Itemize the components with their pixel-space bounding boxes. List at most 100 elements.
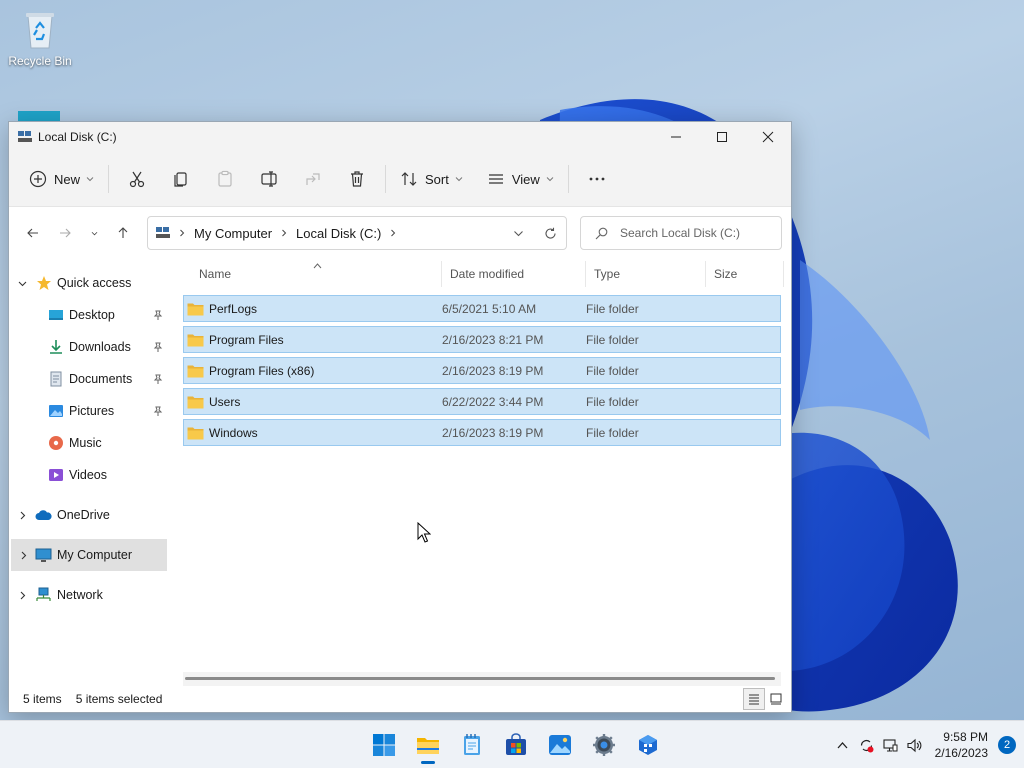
file-name: Users: [209, 394, 241, 409]
column-label: Size: [714, 267, 738, 281]
nav-music[interactable]: Music: [9, 427, 167, 459]
file-row[interactable]: Program Files (x86) 2/16/2023 8:19 PM File…: [183, 357, 781, 384]
view-button[interactable]: View: [479, 163, 562, 195]
minimize-icon: [671, 136, 681, 138]
settings-icon: [593, 734, 615, 756]
navigation-pane: Quick access Desktop Downloads Documents…: [9, 259, 167, 686]
toolbar-divider: [385, 165, 387, 193]
file-row[interactable]: Users 6/22/2022 3:44 PM File folder: [183, 388, 781, 415]
pin-icon: [153, 406, 163, 416]
taskbar-notepad[interactable]: [450, 725, 494, 765]
back-button[interactable]: [17, 218, 49, 248]
share-button[interactable]: [291, 163, 335, 195]
nav-videos[interactable]: Videos: [9, 459, 167, 491]
start-button[interactable]: [362, 725, 406, 765]
cut-button[interactable]: [115, 163, 159, 195]
forward-button[interactable]: [49, 218, 81, 248]
folder-icon: [187, 427, 204, 439]
file-row[interactable]: Program Files 2/16/2023 8:21 PM File folde…: [183, 326, 781, 353]
share-icon: [306, 173, 320, 185]
nav-documents[interactable]: Documents: [9, 363, 167, 395]
volume-icon: [907, 738, 922, 752]
scrollbar-thumb[interactable]: [185, 677, 775, 680]
column-label: Name: [199, 267, 232, 281]
minimize-button[interactable]: [653, 122, 699, 152]
file-name-cell: Users: [184, 395, 442, 409]
sync-status-button[interactable]: [855, 733, 879, 757]
taskbar-app[interactable]: [626, 725, 670, 765]
new-button[interactable]: New: [21, 163, 102, 195]
horizontal-scrollbar[interactable]: [183, 672, 781, 686]
folder-icon: [187, 365, 204, 377]
details-view-button[interactable]: [743, 688, 765, 710]
nav-desktop[interactable]: Desktop: [9, 299, 167, 331]
nav-quick-access[interactable]: Quick access: [9, 267, 167, 299]
downloads-icon: [47, 339, 64, 356]
up-button[interactable]: [107, 218, 139, 248]
taskbar-file-explorer[interactable]: [406, 725, 450, 765]
layout-switcher: [743, 688, 787, 710]
address-history-button[interactable]: [502, 218, 534, 248]
nav-onedrive[interactable]: OneDrive: [9, 499, 167, 531]
thumbnail-view-button[interactable]: [765, 688, 787, 710]
column-header-type[interactable]: Type: [586, 261, 706, 287]
refresh-button[interactable]: [534, 218, 566, 248]
taskbar-settings[interactable]: [582, 725, 626, 765]
copy-button[interactable]: [159, 163, 203, 195]
recent-locations-button[interactable]: [81, 218, 107, 248]
chevron-right-icon: [20, 591, 25, 599]
thumbnail-view-icon: [770, 693, 782, 705]
clock[interactable]: 9:58 PM 2/16/2023: [935, 729, 988, 761]
maximize-button[interactable]: [699, 122, 745, 152]
more-options-button[interactable]: [575, 163, 619, 195]
taskbar-photos[interactable]: [538, 725, 582, 765]
notification-badge[interactable]: 2: [998, 736, 1016, 754]
expand-toggle[interactable]: [9, 511, 35, 520]
network-status-button[interactable]: [879, 733, 903, 757]
breadcrumb-local-disk[interactable]: Local Disk (C:): [296, 226, 381, 241]
chevron-down-icon: [86, 177, 94, 182]
column-header-size[interactable]: Size: [706, 261, 784, 287]
rename-button[interactable]: [247, 163, 291, 195]
file-explorer-window: Local Disk (C:) New Sort View My Compute…: [8, 121, 792, 713]
paste-button[interactable]: [203, 163, 247, 195]
videos-icon: [47, 467, 64, 484]
chevron-down-icon: [455, 177, 463, 182]
column-header-date-modified[interactable]: Date modified: [442, 261, 586, 287]
new-button-label: New: [54, 171, 81, 187]
photos-icon: [549, 735, 571, 755]
documents-icon: [47, 371, 64, 388]
expand-toggle[interactable]: [9, 279, 35, 288]
nav-label: OneDrive: [57, 508, 110, 522]
file-date-modified: 2/16/2023 8:21 PM: [442, 332, 544, 347]
file-row[interactable]: Windows 2/16/2023 8:19 PM File folder: [183, 419, 781, 446]
nav-pictures[interactable]: Pictures: [9, 395, 167, 427]
chevron-right-icon: [282, 229, 287, 237]
desktop-icon-partial[interactable]: [18, 111, 60, 121]
delete-button[interactable]: [335, 163, 379, 195]
volume-button[interactable]: [903, 733, 927, 757]
nav-my-computer[interactable]: My Computer: [11, 539, 167, 571]
taskbar-store[interactable]: [494, 725, 538, 765]
nav-label: My Computer: [57, 548, 133, 562]
search-input[interactable]: [620, 226, 770, 240]
add-icon: [29, 170, 47, 188]
expand-toggle[interactable]: [9, 591, 35, 600]
nav-downloads[interactable]: Downloads: [9, 331, 167, 363]
show-hidden-icons-button[interactable]: [831, 733, 855, 757]
address-bar[interactable]: My Computer Local Disk (C:): [147, 216, 567, 250]
arrow-right-icon: [60, 228, 71, 238]
sort-button[interactable]: Sort: [392, 163, 471, 195]
file-row[interactable]: PerfLogs 6/5/2021 5:10 AM File folder: [183, 295, 781, 322]
column-header-name[interactable]: Name: [167, 261, 442, 287]
desktop-icon-recycle-bin[interactable]: Recycle Bin: [6, 8, 74, 68]
close-button[interactable]: [745, 122, 791, 152]
nav-network[interactable]: Network: [9, 579, 167, 611]
copy-icon: [174, 172, 187, 187]
file-date-modified: 6/22/2022 3:44 PM: [442, 394, 544, 409]
title-bar[interactable]: Local Disk (C:): [9, 122, 791, 152]
nav-label: Music: [69, 436, 102, 450]
search-box[interactable]: [580, 216, 782, 250]
breadcrumb-my-computer[interactable]: My Computer: [194, 226, 272, 241]
expand-toggle[interactable]: [11, 551, 35, 560]
